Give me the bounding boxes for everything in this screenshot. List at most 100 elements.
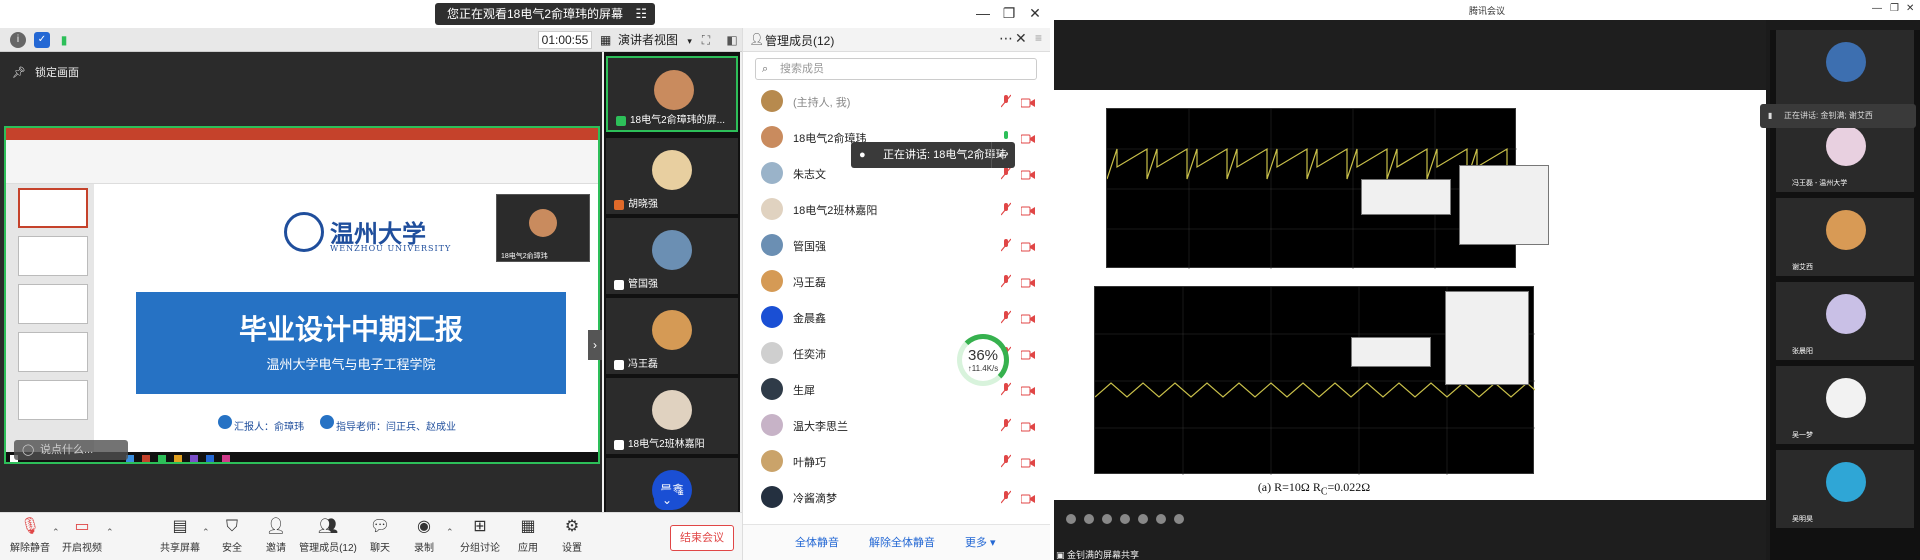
avatar xyxy=(761,198,783,220)
member-row[interactable]: 冯王磊 xyxy=(743,266,1043,296)
video-tile[interactable]: 18电气2俞璋玮的屏... xyxy=(606,56,738,132)
slide-thumbnail[interactable] xyxy=(18,332,88,372)
slide-thumbnail[interactable] xyxy=(18,236,88,276)
app-icon[interactable] xyxy=(190,455,198,462)
close-icon[interactable]: ✕ xyxy=(1026,4,1044,22)
mic-muted-icon[interactable] xyxy=(1000,490,1012,504)
settings-button[interactable]: ⚙︎ 设置 xyxy=(542,517,602,554)
video-tile[interactable]: 管国强 xyxy=(606,218,738,294)
video-off-icon[interactable] xyxy=(1020,95,1035,108)
video-tile[interactable]: 张晨阳 xyxy=(1776,282,1914,360)
mic-muted-icon[interactable] xyxy=(1000,274,1012,288)
video-tile[interactable]: 谢艾西 xyxy=(1776,198,1914,276)
mute-all-button[interactable]: 全体静音 xyxy=(795,533,839,553)
mic-muted-icon[interactable] xyxy=(1000,418,1012,432)
video-off-icon[interactable] xyxy=(1020,311,1035,324)
video-off-icon[interactable] xyxy=(1020,239,1035,252)
mic-muted-icon[interactable] xyxy=(1000,202,1012,216)
chevron-right-icon[interactable]: › xyxy=(588,330,602,360)
video-tile[interactable]: 冯王磊 xyxy=(606,298,738,374)
back-icon[interactable]: ↩ xyxy=(991,142,1015,168)
video-off-icon[interactable] xyxy=(1020,347,1035,360)
member-row[interactable]: 叶静巧 xyxy=(743,446,1043,476)
more-icon[interactable]: ⋯ xyxy=(999,30,1013,47)
text-icon[interactable] xyxy=(1156,514,1166,524)
menu-icon[interactable]: ☷ xyxy=(635,3,647,25)
end-meeting-button[interactable]: 结束会议 xyxy=(670,525,734,551)
video-off-icon[interactable] xyxy=(1020,455,1035,468)
viewing-banner[interactable]: 您正在观看18电气2俞璋玮的屏幕 ☷ xyxy=(435,3,656,25)
member-row[interactable]: 冷酱滴梦 xyxy=(743,482,1043,512)
mic-muted-icon[interactable] xyxy=(1000,454,1012,468)
tool-icon[interactable] xyxy=(1084,514,1094,524)
app-icon[interactable] xyxy=(158,455,166,462)
member-row[interactable]: 温大李思兰 xyxy=(743,410,1043,440)
restore-icon[interactable]: ❐ xyxy=(1000,4,1018,22)
lock-view-button[interactable]: 📌︎ 锁定画面 xyxy=(12,64,79,80)
network-speed-indicator[interactable]: 36% ↑11.4K/s xyxy=(957,334,1009,386)
mic-muted-icon[interactable] xyxy=(1000,238,1012,252)
record-button[interactable]: ◉ 录制 xyxy=(394,517,454,554)
eraser-icon[interactable] xyxy=(1120,514,1130,524)
scroll-down-icon[interactable]: ⌄ xyxy=(654,490,680,510)
video-off-icon[interactable] xyxy=(1020,131,1035,144)
shape-icon[interactable] xyxy=(1138,514,1148,524)
fullscreen-icon[interactable]: ⛶ xyxy=(698,32,714,48)
menu-icon[interactable]: ≡ xyxy=(1035,31,1042,45)
app-icon[interactable] xyxy=(222,455,230,462)
video-off-icon[interactable] xyxy=(1020,203,1035,216)
member-row[interactable]: 管国强 xyxy=(743,230,1043,260)
member-row[interactable]: 18电气2班林嘉阳 xyxy=(743,194,1043,224)
more-button[interactable]: 更多 ▾ xyxy=(965,533,996,553)
mic-muted-icon[interactable] xyxy=(1000,382,1012,396)
unmute-button[interactable]: 🎙︎ 解除静音 xyxy=(0,517,60,554)
members-button[interactable]: 👥︎ 管理成员(12) xyxy=(298,517,358,554)
invite-button[interactable]: 👤︎ 邀请 xyxy=(246,517,306,554)
video-tile[interactable]: 18电气2班林嘉阳 xyxy=(606,378,738,454)
chevron-up-icon[interactable]: ⌃ xyxy=(106,527,114,538)
tool-icon[interactable] xyxy=(1066,514,1076,524)
video-off-icon[interactable] xyxy=(1020,383,1035,396)
video-tile-label: 管国强 xyxy=(628,279,658,290)
unmute-all-button[interactable]: 解除全体静音 xyxy=(869,533,935,553)
video-button[interactable]: ▭ 开启视频 xyxy=(52,517,112,554)
signal-icon[interactable]: ▮ xyxy=(56,32,72,48)
member-row[interactable]: 金晨鑫 xyxy=(743,302,1043,332)
video-tile[interactable]: 吴一梦 xyxy=(1776,366,1914,444)
video-off-icon[interactable] xyxy=(1020,491,1035,504)
right-title-bar: 腾讯会议 — ❐ ✕ xyxy=(1054,0,1920,20)
share-screen-button[interactable]: ▤ 共享屏幕 xyxy=(150,517,210,554)
slide-thumbnail[interactable] xyxy=(18,380,88,420)
sidebar-toggle-icon[interactable]: ◧ xyxy=(724,32,740,48)
slide-thumbnail[interactable] xyxy=(18,188,88,228)
minimize-icon[interactable]: — xyxy=(1872,3,1882,14)
info-icon[interactable]: i xyxy=(10,32,26,48)
video-off-icon[interactable] xyxy=(1020,419,1035,432)
floating-video[interactable]: 18电气2俞璋玮 xyxy=(496,194,590,262)
shield-icon[interactable]: ✓ xyxy=(34,32,50,48)
avatar xyxy=(761,234,783,256)
video-off-icon[interactable] xyxy=(1020,167,1035,180)
chat-input[interactable]: ◯ 说点什么... xyxy=(14,440,128,460)
restore-icon[interactable]: ❐ xyxy=(1890,3,1899,14)
member-row[interactable]: (主持人, 我) xyxy=(743,86,1043,116)
avatar xyxy=(652,390,692,430)
app-icon[interactable] xyxy=(142,455,150,462)
app-icon[interactable] xyxy=(206,455,214,462)
mic-muted-icon[interactable] xyxy=(1000,94,1012,108)
member-search-input[interactable]: ⌕ 搜索成员 xyxy=(755,58,1037,80)
video-tile[interactable] xyxy=(1776,30,1914,108)
video-tile[interactable]: 吴明昊 xyxy=(1776,450,1914,528)
video-off-icon[interactable] xyxy=(1020,275,1035,288)
mic-muted-icon[interactable] xyxy=(1000,310,1012,324)
close-icon[interactable]: ✕ xyxy=(1906,3,1914,14)
gear-icon[interactable] xyxy=(1174,514,1184,524)
slide-thumbnail[interactable] xyxy=(18,284,88,324)
view-mode-button[interactable]: ▦ 演讲者视图 ▾ xyxy=(600,31,692,49)
video-tile[interactable]: 胡晓强 xyxy=(606,138,738,214)
mic-muted-icon[interactable] xyxy=(1000,166,1012,180)
close-icon[interactable]: ✕ xyxy=(1015,30,1027,47)
pen-icon[interactable] xyxy=(1102,514,1112,524)
app-icon[interactable] xyxy=(174,455,182,462)
minimize-icon[interactable]: — xyxy=(974,4,992,22)
